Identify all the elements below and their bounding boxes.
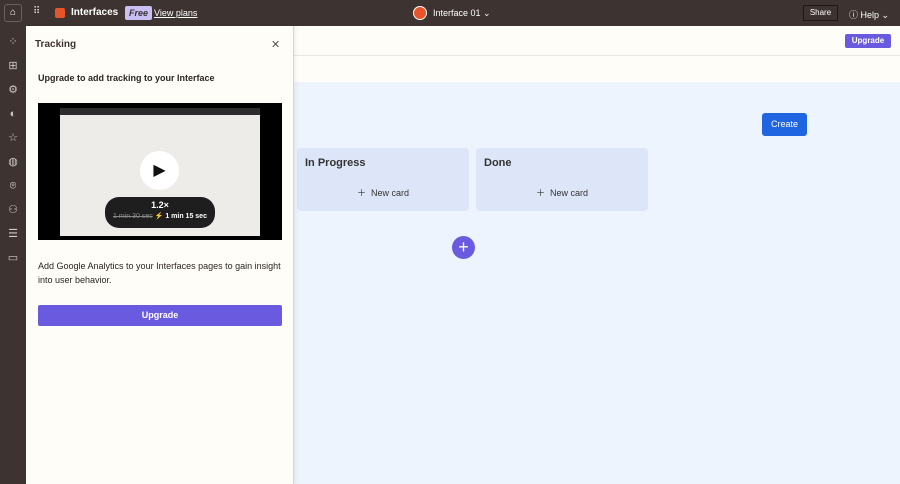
palette-icon[interactable]: ◐ <box>5 106 21 122</box>
add-block-icon[interactable]: ⊞ <box>5 58 21 74</box>
interfaces-logo-icon <box>55 8 65 18</box>
home-button[interactable]: ⌂ <box>4 4 22 22</box>
app-name: Interfaces <box>71 7 119 18</box>
column-title: Done <box>484 157 512 169</box>
list-icon[interactable]: ☰ <box>5 226 21 242</box>
apps-grid-icon[interactable]: ⠿ <box>33 6 40 17</box>
column-title: In Progress <box>305 157 366 169</box>
users-icon[interactable]: ⚇ <box>5 202 21 218</box>
banner-upgrade-button[interactable]: Upgrade <box>845 34 891 48</box>
plan-badge: Free <box>125 6 153 20</box>
window-icon[interactable]: ▭ <box>5 250 21 266</box>
interface-name: Interface 01 <box>433 8 481 18</box>
help-icon: ⓘ <box>849 10 859 20</box>
globe-icon[interactable]: ◍ <box>5 154 21 170</box>
panel-title: Tracking <box>35 39 77 50</box>
close-icon[interactable]: ✕ <box>271 38 280 51</box>
plus-icon: ＋ <box>535 188 545 198</box>
chevron-down-icon: ⌄ <box>483 8 491 18</box>
create-button[interactable]: Create <box>762 113 807 136</box>
new-card-button[interactable]: ＋ New card <box>297 186 469 199</box>
new-card-label: New card <box>371 188 410 198</box>
speed-badge: 1.2× 1 min 30 sec ⚡ 1 min 15 sec <box>105 197 215 228</box>
new-card-label: New card <box>550 188 589 198</box>
settings-icon[interactable]: ⚙ <box>5 82 21 98</box>
play-button[interactable]: ▶ <box>140 151 179 190</box>
star-icon[interactable]: ☆ <box>5 130 21 146</box>
panel-heading: Upgrade to add tracking to your Interfac… <box>38 73 215 83</box>
add-column-button[interactable]: + <box>452 236 475 259</box>
column-done: Done ＋ New card <box>476 148 648 211</box>
plus-icon: ＋ <box>356 188 366 198</box>
lightning-icon: ⚡ <box>154 213 164 220</box>
share-button[interactable]: Share <box>803 5 838 21</box>
panel-description: Add Google Analytics to your Interfaces … <box>38 261 281 285</box>
components-icon[interactable]: ⁘ <box>5 34 21 50</box>
tracking-panel: Tracking ✕ Upgrade to add tracking to yo… <box>26 26 294 484</box>
interface-selector[interactable]: Interface 01 ⌄ <box>433 8 491 19</box>
new-card-button[interactable]: ＋ New card <box>476 186 648 199</box>
new-time: 1 min 15 sec <box>165 213 207 220</box>
view-plans-link[interactable]: View plans <box>154 8 197 18</box>
tracking-pin-icon[interactable]: ⌾ <box>5 178 21 194</box>
help-label: Help <box>860 10 880 20</box>
column-in-progress: In Progress ＋ New card <box>297 148 469 211</box>
old-time: 1 min 30 sec <box>113 213 153 220</box>
help-button[interactable]: ⓘ Help ⌄ <box>849 8 889 21</box>
panel-upgrade-button[interactable]: Upgrade <box>38 305 282 326</box>
top-bar: ⌂ ⠿ Interfaces Free View plans Interface… <box>0 0 900 26</box>
speed-label: 1.2× <box>151 200 169 210</box>
left-rail: ⁘ ⊞ ⚙ ◐ ☆ ◍ ⌾ ⚇ ☰ ▭ <box>0 26 26 484</box>
interface-logo-icon <box>413 6 427 20</box>
tutorial-video[interactable]: ▶ 1.2× 1 min 30 sec ⚡ 1 min 15 sec <box>38 103 282 240</box>
